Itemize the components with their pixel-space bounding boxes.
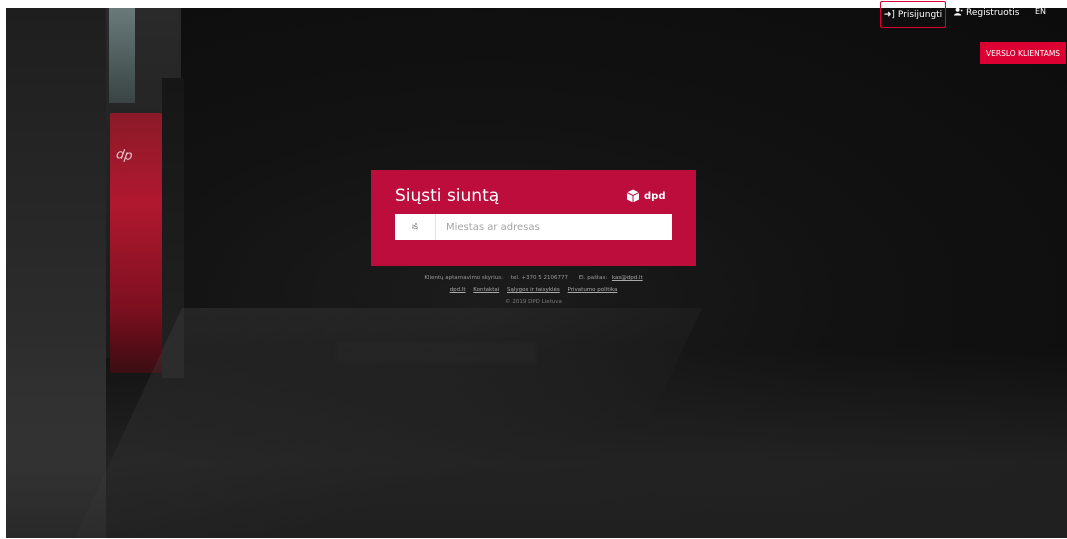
user-icon: [954, 7, 963, 19]
send-parcel-card: Siųsti siuntą dpd IŠ: [371, 170, 696, 266]
register-label: Registruotis: [966, 8, 1020, 18]
footer-contact-line: Klientų aptarnavimo skyrius: tel. +370 5…: [371, 275, 696, 281]
footer-link-privacy[interactable]: Privatumo politika: [568, 287, 618, 293]
language-switch[interactable]: EN: [1035, 7, 1046, 16]
top-nav: ➜] Prisijungti Registruotis EN VERSLO KL…: [0, 0, 1067, 70]
copyright: © 2019 DPD Lietuva: [505, 299, 562, 305]
address-input-group: IŠ: [395, 214, 672, 240]
business-clients-button[interactable]: VERSLO KLIENTAMS: [980, 42, 1066, 64]
sign-in-icon: ➜]: [883, 9, 895, 20]
dpd-logo-text: dpd: [644, 190, 666, 202]
footer-link-terms[interactable]: Sąlygos ir taisyklės: [507, 287, 560, 293]
footer-links: dpd.lt Kontaktai Sąlygos ir taisyklės Pr…: [371, 287, 696, 293]
email-link[interactable]: kas@dpd.lt: [612, 275, 643, 281]
dpd-logo: dpd: [626, 189, 665, 203]
from-label: IŠ: [395, 214, 436, 240]
login-button[interactable]: ➜] Prisijungti: [880, 1, 946, 28]
email-label: El. paštas:: [578, 275, 608, 281]
address-input[interactable]: [436, 214, 672, 240]
page-frame: dp: [6, 8, 1067, 538]
background-van-logo: dp: [115, 146, 134, 165]
register-link[interactable]: Registruotis: [954, 7, 1019, 19]
dpd-cube-icon: [626, 189, 640, 203]
login-label: Prisijungti: [897, 9, 943, 20]
background-object: [336, 343, 536, 363]
support-phone: tel. +370 5 2106777: [510, 275, 568, 281]
footer-info: Klientų aptarnavimo skyrius: tel. +370 5…: [371, 275, 696, 311]
email-block: El. paštas: kas@dpd.lt: [576, 275, 643, 281]
footer-link-contacts[interactable]: Kontaktai: [473, 287, 499, 293]
footer-link-dpd[interactable]: dpd.lt: [450, 287, 466, 293]
card-title: Siųsti siuntą: [395, 186, 500, 206]
support-label: Klientų aptarnavimo skyrius:: [424, 275, 504, 281]
